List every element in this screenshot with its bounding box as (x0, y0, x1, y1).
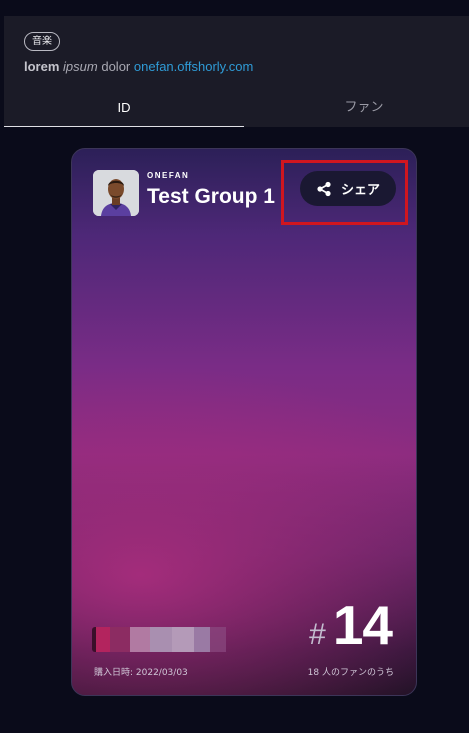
fan-rank: # 14 (309, 593, 393, 657)
description-italic: ipsum (63, 59, 98, 74)
fan-id-card: ONEFAN Test Group 1 シェア 購入日時: 2022/03/03… (71, 148, 417, 696)
rank-caption: 18 人のファンのうち (307, 668, 394, 678)
group-avatar (93, 170, 139, 216)
description-link[interactable]: onefan.offshorly.com (134, 59, 253, 74)
rank-number: 14 (332, 594, 393, 656)
group-title: Test Group 1 (147, 185, 275, 208)
genre-tag: 音楽 (24, 32, 60, 51)
tab-fan[interactable]: ファン (244, 93, 469, 127)
group-description: lorem ipsum dolor onefan.offshorly.com (24, 59, 253, 74)
tab-id[interactable]: ID (4, 93, 244, 127)
purchase-date: 購入日時: 2022/03/03 (94, 668, 188, 678)
tab-bar: ID ファン (4, 93, 469, 127)
rank-hash: # (309, 618, 326, 651)
highlight-box (281, 160, 408, 225)
blurred-owner-name (92, 627, 232, 652)
group-info-panel: 音楽 lorem ipsum dolor onefan.offshorly.co… (4, 16, 469, 127)
brand-logo-text: ONEFAN (147, 171, 190, 180)
description-plain: dolor (101, 59, 131, 74)
description-bold: lorem (24, 59, 60, 74)
